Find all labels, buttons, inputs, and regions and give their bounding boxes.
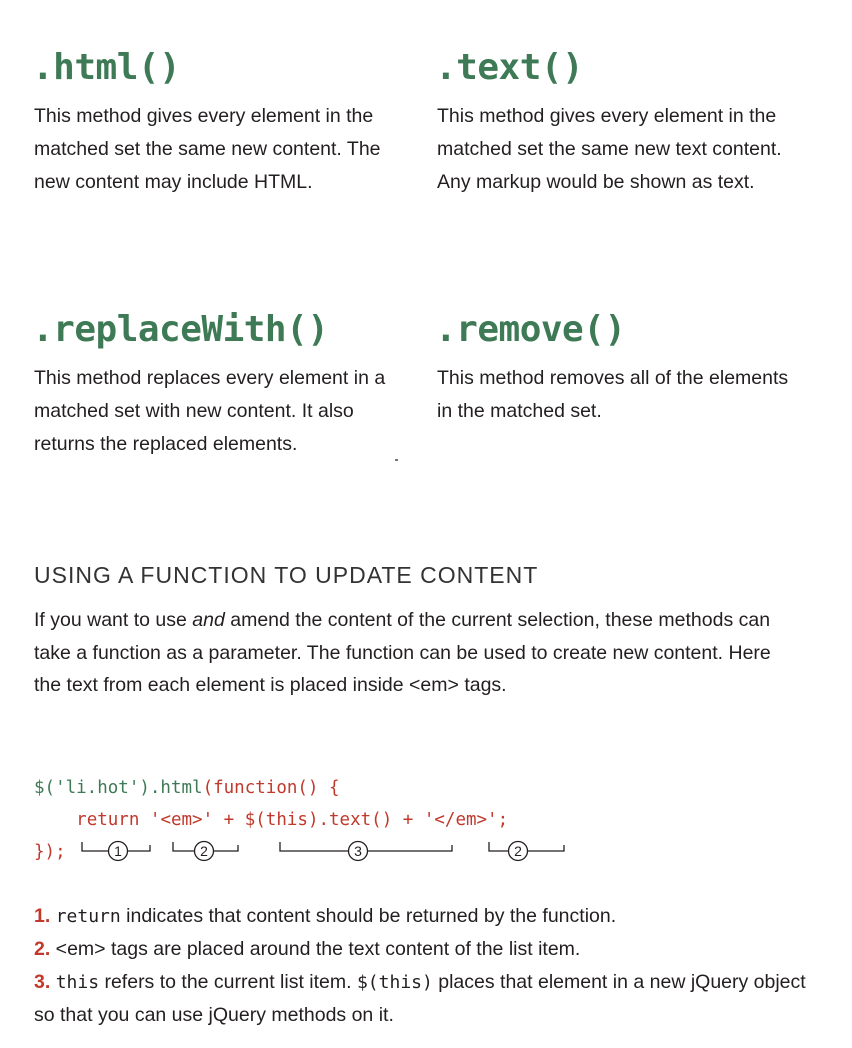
method-remove: .remove() This method removes all of the… xyxy=(435,308,797,428)
method-description: This method replaces every element in a … xyxy=(34,367,386,455)
intro-emphasis: and xyxy=(192,609,225,631)
code-return-line: return '<em>' + $(this).text() + '</em>'… xyxy=(76,810,509,830)
callout-bracket xyxy=(368,845,453,852)
note-code: $(this) xyxy=(356,972,433,993)
note-text: refers to the current list item. xyxy=(99,971,357,993)
note-number: 3. xyxy=(34,971,51,993)
note-text: <em> tags are placed around the text con… xyxy=(50,938,581,960)
list-item: 3. this refers to the current list item.… xyxy=(34,966,824,1032)
list-item: 1. return indicates that content should … xyxy=(34,900,824,933)
method-description: This method gives every element in the m… xyxy=(34,105,381,193)
callout-bracket xyxy=(214,845,239,852)
note-text: indicates that content should be returne… xyxy=(120,905,617,927)
note-code: return xyxy=(55,906,121,927)
callout-bracket xyxy=(81,842,108,852)
note-number: 1. xyxy=(34,905,51,927)
note-number: 2. xyxy=(34,938,51,960)
method-name: .text() xyxy=(435,47,584,88)
callout-bracket xyxy=(488,842,508,852)
code-callouts: 1 2 3 2 xyxy=(81,840,565,862)
method-name: .html() xyxy=(32,47,181,88)
method-name: .replaceWith() xyxy=(32,309,329,350)
intro-text: If you want to use xyxy=(34,609,193,631)
callout-bracket xyxy=(528,845,565,852)
callout-bracket xyxy=(172,842,194,852)
callout-number: 1 xyxy=(114,843,122,859)
intro-paragraph: If you want to use and amend the content… xyxy=(34,604,794,702)
method-html: .html() This method gives every element … xyxy=(32,46,394,199)
callout-bracket xyxy=(279,842,348,852)
code-function: (function() { xyxy=(202,778,340,798)
callout-number: 3 xyxy=(354,843,362,859)
note-code: this xyxy=(55,972,100,993)
code-selector: $('li.hot').html xyxy=(34,778,203,798)
callout-bracket xyxy=(128,845,151,852)
notes-list: 1. return indicates that content should … xyxy=(34,900,824,1032)
method-replacewith: .replaceWith() This method replaces ever… xyxy=(32,308,394,461)
callout-number: 2 xyxy=(514,843,522,859)
callout-number: 2 xyxy=(200,843,208,859)
stray-mark xyxy=(395,459,398,461)
method-description: This method removes all of the elements … xyxy=(437,367,789,422)
method-name: .remove() xyxy=(435,309,626,350)
method-text: .text() This method gives every element … xyxy=(435,46,797,199)
section-heading: USING A FUNCTION TO UPDATE CONTENT xyxy=(34,562,539,588)
method-description: This method gives every element in the m… xyxy=(437,105,782,193)
list-item: 2. <em> tags are placed around the text … xyxy=(34,933,824,966)
